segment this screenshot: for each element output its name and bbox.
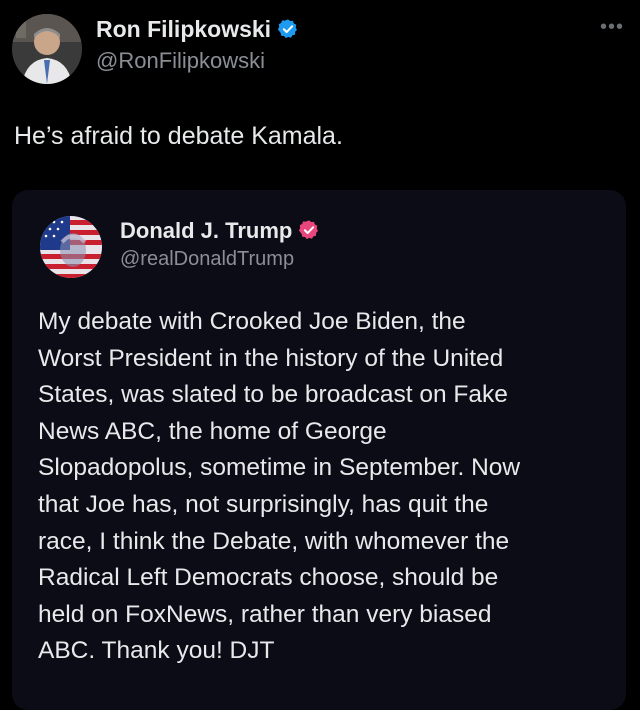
quoted-text-line: held on FoxNews, rather than very biased [38,600,492,628]
quoted-text-line: ABC. Thank you! DJT [38,637,275,665]
tweet-text: He’s afraid to debate Kamala. [14,122,343,150]
author-name-text: Ron Filipkowski [96,16,272,42]
verified-badge-icon [299,220,319,240]
quoted-text-line: Slopadopolus, sometime in September. Now [38,454,521,482]
quoted-text-line: Radical Left Democrats choose, should be [38,564,499,592]
more-options-button[interactable]: ••• [600,17,624,37]
author-name[interactable]: Ron Filipkowski [96,16,299,43]
quoted-text-line: Worst President in the history of the Un… [38,344,504,372]
author-handle[interactable]: @RonFilipkowski [96,48,265,74]
more-horizontal-icon: ••• [599,16,624,38]
quoted-author-avatar[interactable] [40,216,102,278]
quoted-text-line: race, I think the Debate, with whomever … [38,527,510,555]
quoted-text-line: My debate with Crooked Joe Biden, the [38,308,466,335]
tweet: Ron Filipkowski @RonFilipkowski ••• He’s… [0,0,640,710]
quoted-author-name-text: Donald J. Trump [120,218,293,243]
author-avatar[interactable] [12,14,82,84]
quoted-author-handle[interactable]: @realDonaldTrump [120,248,294,271]
avatar-photo-icon [12,14,82,84]
verified-badge-icon [277,19,298,39]
quoted-author-name[interactable]: Donald J. Trump [120,218,320,244]
quoted-tweet-text: My debate with Crooked Joe Biden, the Wo… [38,304,608,670]
quoted-text-line: that Joe has, not surprisingly, has quit… [38,490,489,518]
flag-portrait-avatar-icon [40,216,102,278]
quoted-text-line: News ABC, the home of George [38,417,387,445]
quoted-text-line: States, was slated to be broadcast on Fa… [38,381,508,409]
quoted-tweet-card[interactable]: Donald J. Trump @realDonaldTrump My deba… [12,190,626,710]
